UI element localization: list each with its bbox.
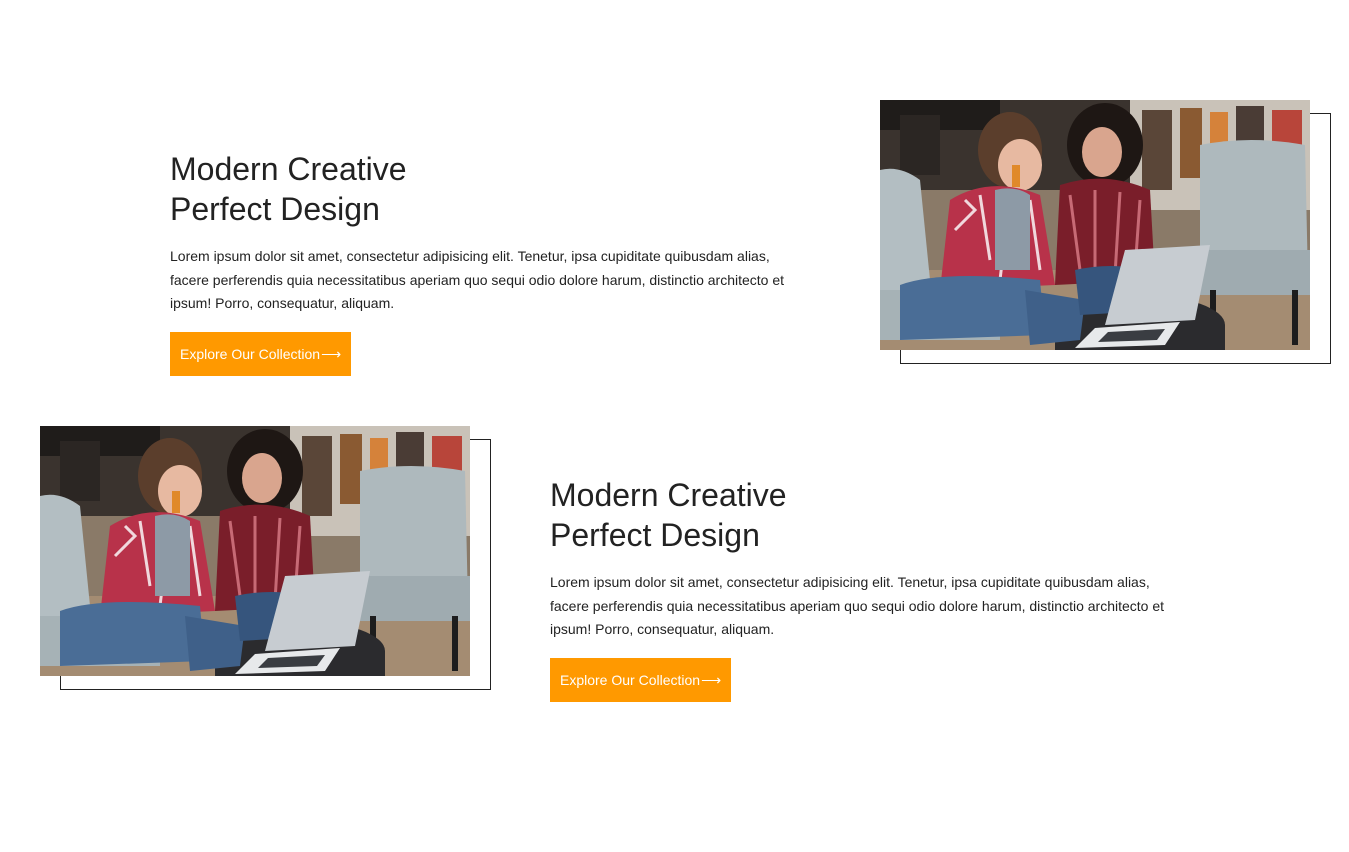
heading-line-1: Modern Creative [170,151,407,187]
heading-line-2: Perfect Design [550,517,760,553]
heading-line-2: Perfect Design [170,191,380,227]
heading-line-1: Modern Creative [550,477,787,513]
button-label: Explore Our Collection [560,672,701,688]
explore-collection-button[interactable]: Explore Our Collection⟶ [170,332,352,376]
explore-collection-button[interactable]: Explore Our Collection⟶ [550,658,732,702]
section-heading: Modern Creative Perfect Design [550,475,1190,555]
page: Modern Creative Perfect Design Lorem ips… [0,0,1349,852]
two-women-laptop-library-photo [880,100,1310,350]
section-description: Lorem ipsum dolor sit amet, consectetur … [550,574,1165,637]
section-heading: Modern Creative Perfect Design [170,149,810,229]
arrow-right-icon: ⟶ [321,346,342,362]
feature-section-1-text: Modern Creative Perfect Design Lorem ips… [170,149,810,316]
two-women-laptop-library-photo [40,426,470,676]
arrow-right-icon: ⟶ [701,672,722,688]
section-description: Lorem ipsum dolor sit amet, consectetur … [170,248,785,311]
feature-section-2-text: Modern Creative Perfect Design Lorem ips… [550,475,1190,642]
button-label: Explore Our Collection [180,346,321,362]
